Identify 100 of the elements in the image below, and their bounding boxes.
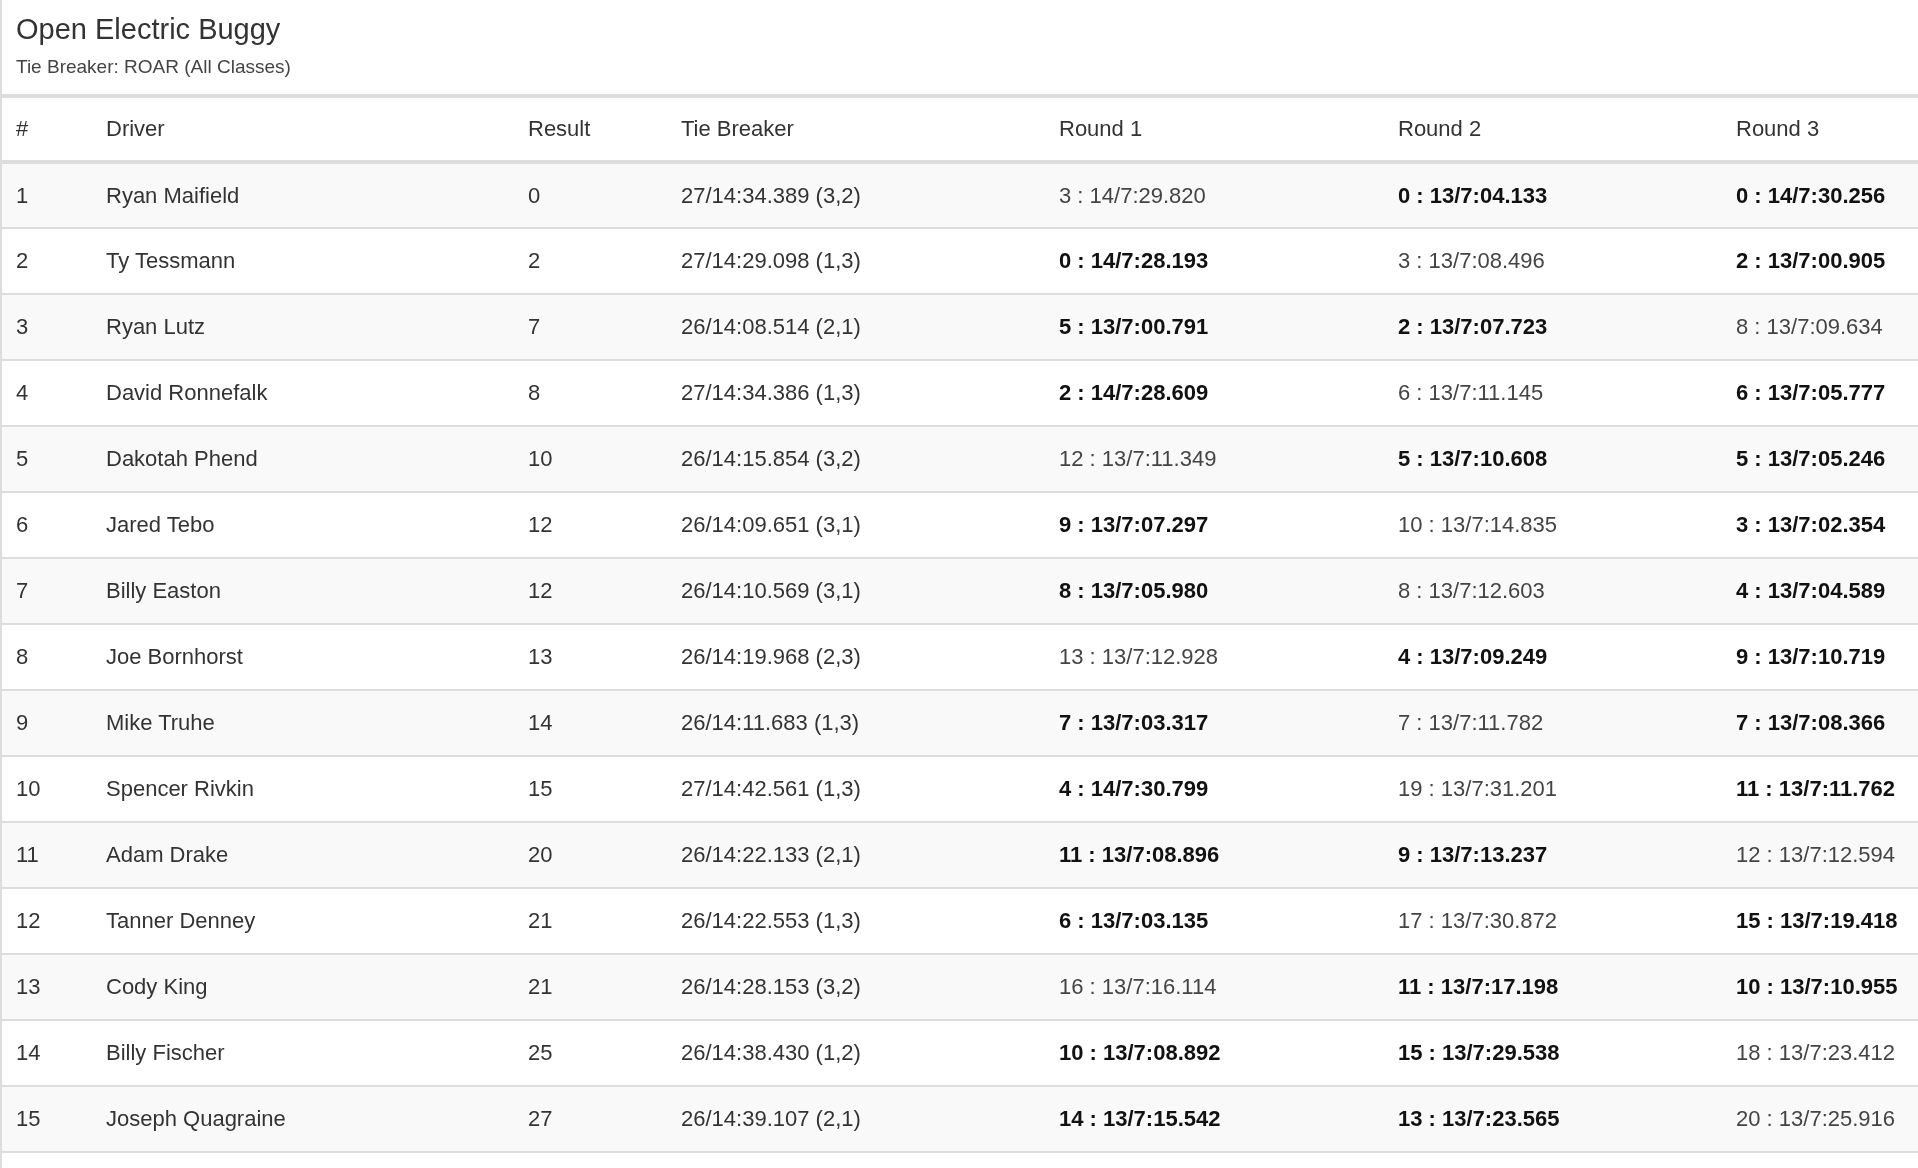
round-result: 6 : 13/7:05.777	[1736, 380, 1886, 405]
round-result: 8 : 13/7:09.634	[1736, 314, 1883, 339]
page-title: Open Electric Buggy	[16, 12, 282, 47]
round-result: 18 : 13/7:23.412	[1736, 1040, 1896, 1065]
round-result: 10 : 13/7:10.955	[1736, 974, 1898, 999]
tie-breaker-cell: 26/14:09.651 (3,1)	[681, 512, 861, 537]
position-cell: 15	[16, 1106, 41, 1131]
round-result: 11 : 13/7:17.198	[1398, 974, 1559, 999]
round-result: 13 : 13/7:23.565	[1398, 1106, 1560, 1131]
round-result: 7 : 13/7:08.366	[1736, 710, 1886, 735]
column-header: Round 2	[1398, 116, 1482, 141]
round-result: 9 : 13/7:10.719	[1736, 644, 1886, 669]
round-result: 13 : 13/7:12.928	[1059, 644, 1219, 669]
round-result: 4 : 14/7:30.799	[1059, 776, 1209, 801]
round-result: 11 : 13/7:08.896	[1059, 842, 1220, 867]
round-result: 2 : 14/7:28.609	[1059, 380, 1209, 405]
round-result: 20 : 13/7:25.916	[1736, 1106, 1896, 1131]
round-result: 3 : 13/7:08.496	[1398, 248, 1545, 273]
position-cell: 14	[16, 1040, 41, 1065]
column-header: Tie Breaker	[681, 116, 794, 141]
tie-breaker-cell: 26/14:38.430 (1,2)	[681, 1040, 861, 1065]
column-header: Result	[528, 116, 591, 141]
driver-name: Dakotah Phend	[106, 446, 258, 471]
position-cell: 1	[16, 182, 29, 208]
round-result: 0 : 14/7:28.193	[1059, 248, 1209, 273]
round-result: 12 : 13/7:11.349	[1059, 446, 1217, 471]
driver-name: Ryan Maifield	[106, 182, 240, 208]
driver-name: Joseph Quagraine	[106, 1106, 286, 1131]
driver-name: Billy Easton	[106, 578, 221, 603]
round-result: 5 : 13/7:10.608	[1398, 446, 1548, 471]
position-cell: 7	[16, 578, 29, 603]
position-cell: 5	[16, 446, 29, 471]
round-result: 11 : 13/7:11.762	[1736, 776, 1896, 801]
round-result: 10 : 13/7:14.835	[1398, 512, 1558, 537]
position-cell: 3	[16, 314, 29, 339]
position-cell: 13	[16, 974, 41, 999]
tie-breaker-cell: 26/14:08.514 (2,1)	[681, 314, 861, 339]
driver-name: Mike Truhe	[106, 710, 215, 735]
column-header: Round 1	[1059, 116, 1143, 141]
result-cell: 12	[528, 578, 553, 603]
round-result: 8 : 13/7:12.603	[1398, 578, 1545, 603]
result-cell: 7	[528, 314, 541, 339]
round-result: 4 : 13/7:09.249	[1398, 644, 1548, 669]
driver-name: Billy Fischer	[106, 1040, 225, 1065]
round-result: 7 : 13/7:11.782	[1398, 710, 1544, 735]
tie-breaker-cell: 26/14:28.153 (3,2)	[681, 974, 861, 999]
driver-name: Cody King	[106, 974, 208, 999]
round-result: 3 : 14/7:29.820	[1059, 182, 1206, 208]
result-cell: 21	[528, 974, 553, 999]
round-result: 0 : 14/7:30.256	[1736, 182, 1886, 208]
tie-breaker-cell: 26/14:11.683 (1,3)	[681, 710, 860, 735]
position-cell: 11	[16, 842, 39, 867]
tie-breaker-cell: 26/14:39.107 (2,1)	[681, 1106, 861, 1131]
driver-name: Tanner Denney	[106, 908, 256, 933]
tie-breaker-cell: 27/14:42.561 (1,3)	[681, 776, 861, 801]
position-cell: 12	[16, 908, 41, 933]
tie-breaker-cell: 26/14:22.553 (1,3)	[681, 908, 861, 933]
driver-name: Joe Bornhorst	[106, 644, 243, 669]
tie-breaker-cell: 26/14:19.968 (2,3)	[681, 644, 861, 669]
result-cell: 25	[528, 1040, 553, 1065]
round-result: 7 : 13/7:03.317	[1059, 710, 1209, 735]
column-header: Round 3	[1736, 116, 1820, 141]
position-cell: 9	[16, 710, 29, 735]
round-result: 8 : 13/7:05.980	[1059, 578, 1209, 603]
round-result: 3 : 13/7:02.354	[1736, 512, 1886, 537]
column-header: Driver	[106, 116, 165, 141]
result-cell: 27	[528, 1106, 553, 1131]
tie-breaker-cell: 27/14:29.098 (1,3)	[681, 248, 861, 273]
tie-breaker-cell: 26/14:10.569 (3,1)	[681, 578, 861, 603]
driver-name: Ryan Lutz	[106, 314, 206, 339]
position-cell: 2	[16, 248, 29, 273]
round-result: 12 : 13/7:12.594	[1736, 842, 1896, 867]
result-cell: 21	[528, 908, 553, 933]
round-result: 15 : 13/7:19.418	[1736, 908, 1898, 933]
round-result: 2 : 13/7:07.723	[1398, 314, 1548, 339]
result-cell: 8	[528, 380, 541, 405]
round-result: 9 : 13/7:13.237	[1398, 842, 1548, 867]
tie-breaker-cell: 26/14:15.854 (3,2)	[681, 446, 861, 471]
position-cell: 4	[16, 380, 29, 405]
round-result: 4 : 13/7:04.589	[1736, 578, 1886, 603]
result-cell: 14	[528, 710, 553, 735]
driver-name: Ty Tessmann	[106, 248, 236, 273]
result-cell: 10	[528, 446, 553, 471]
round-result: 0 : 13/7:04.133	[1398, 182, 1548, 208]
tie-breaker-cell: 27/14:34.389 (3,2)	[681, 182, 861, 208]
result-cell: 13	[528, 644, 553, 669]
driver-name: Adam Drake	[106, 842, 229, 867]
round-result: 5 : 13/7:00.791	[1059, 314, 1209, 339]
round-result: 19 : 13/7:31.201	[1398, 776, 1558, 801]
driver-name: Jared Tebo	[106, 512, 215, 537]
tie-breaker-cell: 27/14:34.386 (1,3)	[681, 380, 861, 405]
round-result: 2 : 13/7:00.905	[1736, 248, 1886, 273]
result-cell: 15	[528, 776, 553, 801]
column-header: #	[16, 116, 29, 141]
position-cell: 8	[16, 644, 29, 669]
driver-name: David Ronnefalk	[106, 380, 268, 405]
round-result: 15 : 13/7:29.538	[1398, 1040, 1560, 1065]
position-cell: 10	[16, 776, 41, 801]
round-result: 5 : 13/7:05.246	[1736, 446, 1886, 471]
round-result: 17 : 13/7:30.872	[1398, 908, 1558, 933]
